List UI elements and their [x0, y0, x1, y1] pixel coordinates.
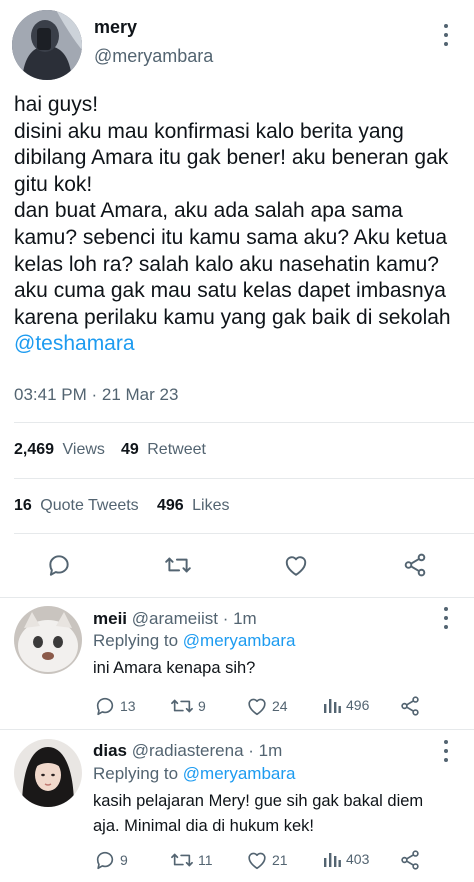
views-label: Views	[62, 441, 105, 458]
reply-icon	[96, 697, 114, 716]
replying-label: Replying to	[93, 764, 179, 783]
like-count: 24	[272, 698, 288, 714]
reply-icon	[96, 851, 114, 870]
heart-icon	[248, 698, 266, 716]
author-handle[interactable]: @meryambara	[94, 46, 213, 67]
views-icon	[324, 699, 341, 713]
quote-stat[interactable]: 16 Quote Tweets	[14, 497, 139, 515]
divider	[0, 597, 474, 598]
divider	[14, 478, 474, 479]
likes-label: Likes	[192, 497, 230, 514]
views-count: 2,469	[14, 441, 55, 458]
reply-author: meii @aramеiist · 1m	[93, 609, 257, 629]
like-button[interactable]: 21	[246, 849, 288, 871]
retweet-count: 11	[198, 852, 213, 868]
share-icon	[401, 850, 419, 870]
avatar[interactable]	[12, 10, 82, 80]
likes-count: 496	[157, 497, 184, 514]
retweet-label: Retweet	[147, 441, 206, 458]
views-button[interactable]: 403	[322, 849, 369, 869]
views-button[interactable]: 496	[322, 695, 369, 715]
retweet-icon	[171, 853, 193, 867]
quote-label: Quote Tweets	[40, 497, 139, 514]
avatar-image	[14, 606, 82, 674]
retweet-button[interactable]: 11	[170, 849, 213, 871]
mention-link[interactable]: @meryambara	[183, 764, 296, 783]
mention-link[interactable]: @meryambara	[183, 631, 296, 650]
heart-icon	[248, 852, 266, 870]
avatar[interactable]	[14, 606, 82, 674]
share-icon	[404, 553, 426, 577]
heart-icon	[285, 556, 307, 576]
reply-count: 9	[120, 852, 128, 868]
quote-count: 16	[14, 497, 32, 514]
retweet-stat[interactable]: 49 Retweet	[121, 441, 206, 459]
avatar-image	[14, 739, 82, 807]
reply-author: dias @radiasterena · 1m	[93, 741, 282, 761]
views-icon	[324, 853, 341, 867]
avatar-image	[12, 10, 82, 80]
replying-to: Replying to @meryambara	[93, 764, 295, 784]
reply-button[interactable]: 13	[94, 695, 136, 717]
retweet-count: 49	[121, 441, 139, 458]
share-button[interactable]	[399, 695, 425, 717]
mention-link[interactable]: @teshamara	[14, 332, 135, 355]
reply-button[interactable]	[46, 552, 72, 578]
divider	[14, 422, 474, 423]
reply-text: ini Amara kenapa sih?	[93, 659, 256, 677]
retweet-button[interactable]	[164, 552, 192, 578]
share-icon	[401, 696, 419, 716]
likes-stat[interactable]: 496 Likes	[157, 497, 230, 515]
view-count: 403	[346, 851, 370, 867]
tweet-timestamp[interactable]: 03:41 PM · 21 Mar 23	[14, 385, 178, 405]
tweet-body: hai guys! disini aku mau konfirmasi kalo…	[14, 93, 451, 329]
reply-author-name[interactable]: dias	[93, 741, 127, 760]
divider	[0, 729, 474, 730]
retweet-icon	[171, 699, 193, 713]
reply-handle-time[interactable]: @radiasterena · 1m	[132, 741, 283, 760]
reply-text: kasih pelajaran Mery! gue sih gak bakal …	[93, 792, 424, 835]
reply-author-name[interactable]: meii	[93, 609, 127, 628]
reply-button[interactable]: 9	[94, 849, 128, 871]
tweet-text: hai guys! disini aku mau konfirmasi kalo…	[14, 92, 466, 358]
like-button[interactable]: 24	[246, 695, 288, 717]
more-icon[interactable]	[442, 740, 450, 762]
view-count: 496	[346, 697, 370, 713]
reply-icon	[49, 555, 69, 576]
share-button[interactable]	[399, 849, 425, 871]
replying-to: Replying to @meryambara	[93, 631, 295, 651]
more-icon[interactable]	[442, 607, 450, 629]
reply-count: 13	[120, 698, 136, 714]
replying-label: Replying to	[93, 631, 179, 650]
author-name[interactable]: mery	[94, 17, 137, 38]
divider	[14, 533, 474, 534]
more-icon[interactable]	[442, 24, 450, 46]
avatar[interactable]	[14, 739, 82, 807]
reply-handle-time[interactable]: @aramеiist · 1m	[132, 609, 257, 628]
retweet-button[interactable]: 9	[170, 695, 206, 717]
like-button[interactable]	[283, 553, 309, 577]
share-button[interactable]	[402, 552, 428, 578]
like-count: 21	[272, 852, 288, 868]
retweet-icon	[165, 557, 191, 573]
views-stat[interactable]: 2,469 Views	[14, 441, 105, 459]
retweet-count: 9	[198, 698, 206, 714]
